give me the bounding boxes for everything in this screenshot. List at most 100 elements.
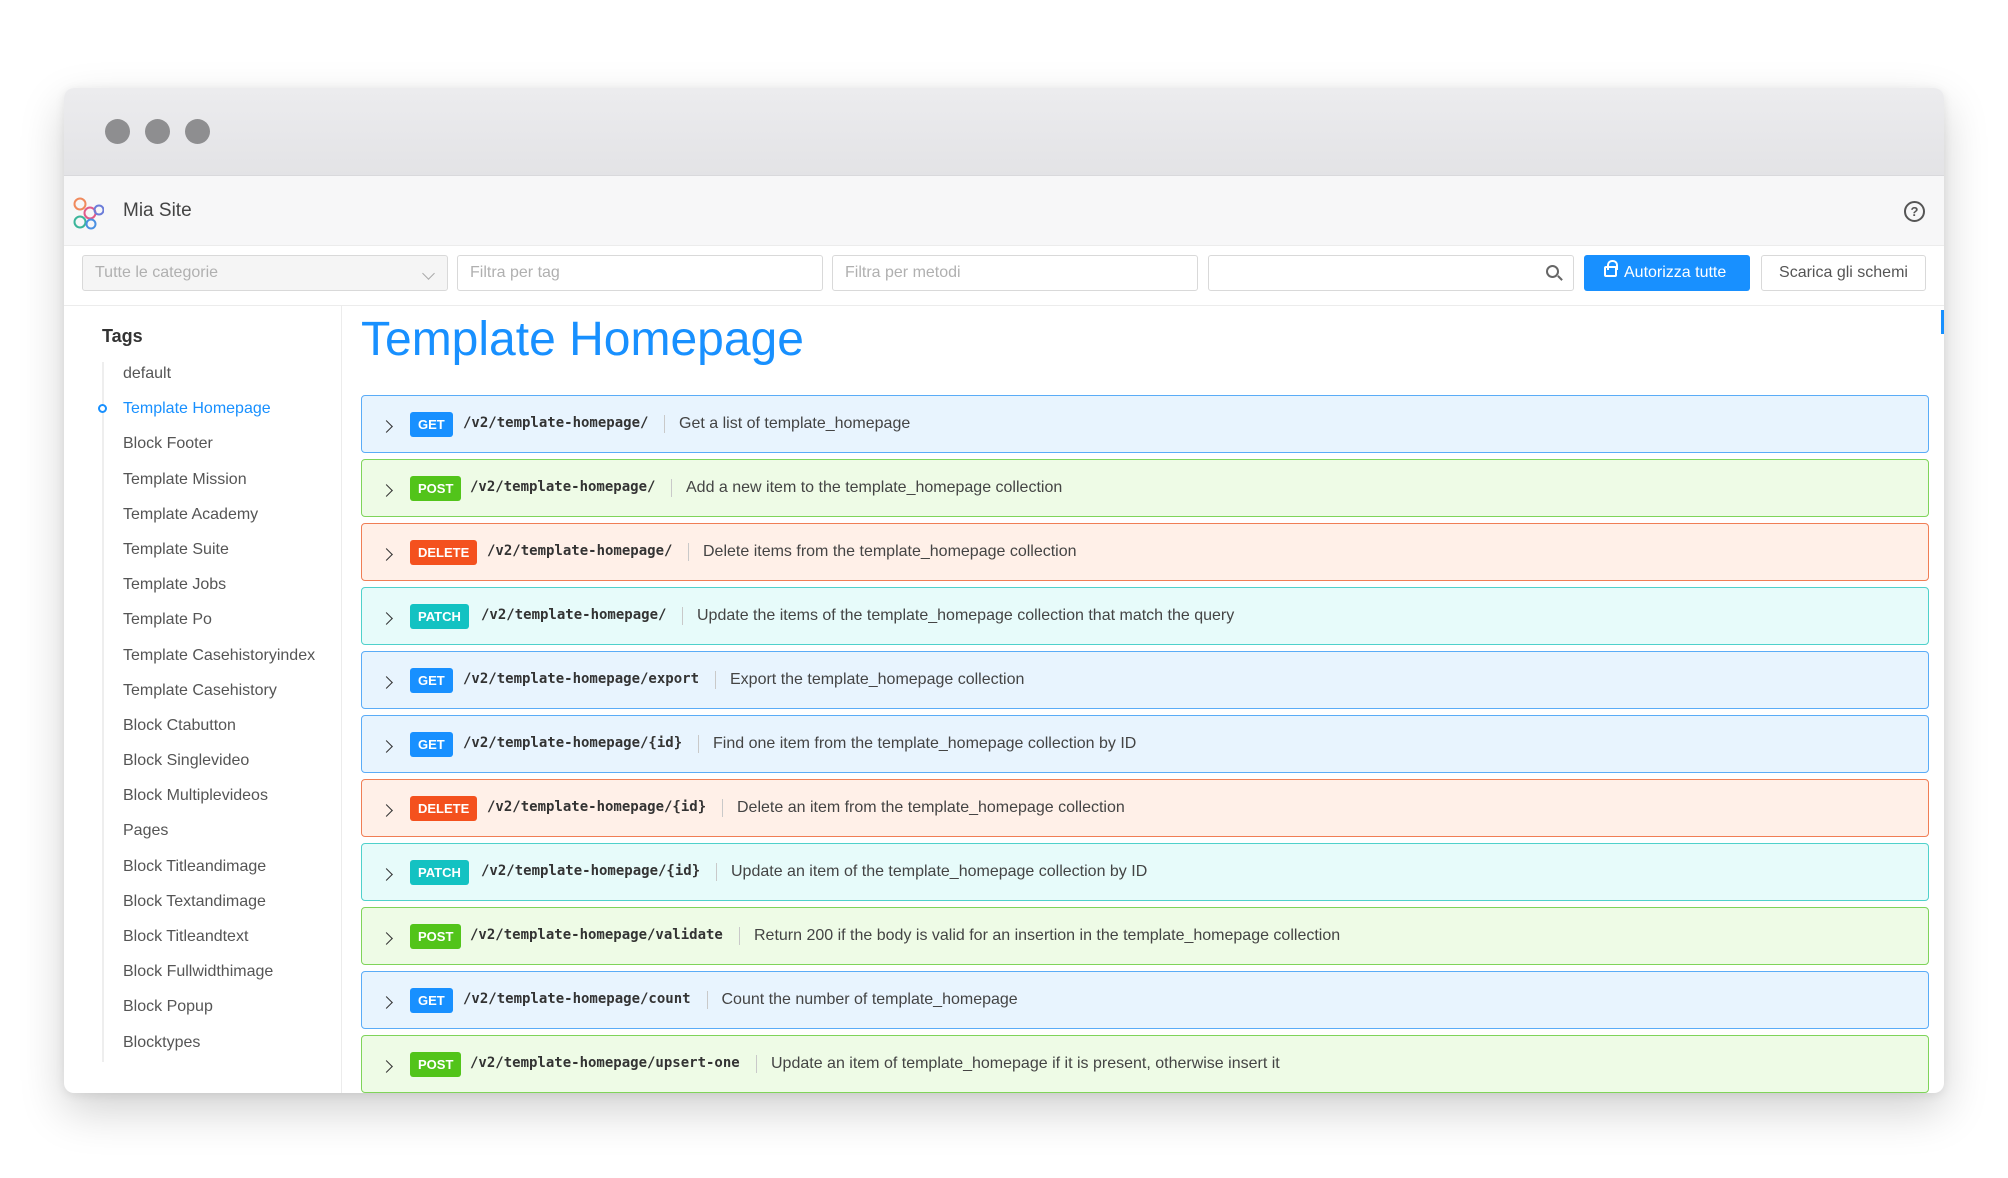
method-badge: DELETE	[410, 540, 478, 565]
method-badge: GET	[410, 412, 453, 437]
tag-filter-input[interactable]: Filtra per tag	[457, 255, 823, 291]
chevron-right-icon[interactable]	[380, 548, 393, 561]
operation-path: /v2/template-homepage/	[463, 415, 649, 431]
operation-path: /v2/template-homepage/export	[463, 671, 700, 687]
method-badge: POST	[410, 476, 462, 501]
sidebar-tag-item[interactable]: Template Jobs	[123, 575, 315, 610]
method-badge: PATCH	[410, 604, 469, 629]
sidebar-tag-item[interactable]: Template Suite	[123, 540, 315, 575]
method-badge: DELETE	[410, 796, 478, 821]
method-badge: POST	[410, 924, 462, 949]
operation-path: /v2/template-homepage/count	[463, 991, 691, 1007]
chevron-right-icon[interactable]	[380, 484, 393, 497]
chevron-right-icon[interactable]	[380, 740, 393, 753]
operation-row[interactable]: POST/v2/template-homepage/upsert-one Upda…	[361, 1035, 1929, 1093]
chevron-right-icon[interactable]	[380, 676, 393, 689]
hexagon-cluster-logo	[73, 197, 104, 230]
operation-path: /v2/template-homepage/	[481, 607, 667, 623]
operation-description: Update an item of template_homepage if i…	[756, 1055, 1280, 1073]
sidebar-tag-item[interactable]: Blocktypes	[123, 1033, 315, 1068]
sidebar-tag-item[interactable]: default	[123, 364, 315, 399]
browser-window: Mia Site ? Tutte le categorie Filtra per…	[64, 88, 1944, 1093]
operation-row[interactable]: DELETE/v2/template-homepage/{id} Delete a…	[361, 779, 1929, 837]
operation-description: Get a list of template_homepage	[664, 415, 910, 433]
method-filter-input[interactable]: Filtra per metodi	[832, 255, 1198, 291]
operation-row[interactable]: PATCH/v2/template-homepage/{id} Update an…	[361, 843, 1929, 901]
authorize-all-label: Autorizza tutte	[1624, 264, 1727, 281]
sidebar-tag-item[interactable]: Block Footer	[123, 434, 315, 469]
method-filter-placeholder: Filtra per metodi	[845, 264, 961, 281]
sidebar-tag-item[interactable]: Block Popup	[123, 997, 315, 1032]
method-badge: PATCH	[410, 860, 469, 885]
operation-description: Update an item of the template_homepage …	[716, 863, 1147, 881]
chevron-right-icon[interactable]	[380, 932, 393, 945]
sidebar-tag-item[interactable]: Block Fullwidthimage	[123, 962, 315, 997]
sidebar-tag-item[interactable]: Block Singlevideo	[123, 751, 315, 786]
operation-row[interactable]: POST/v2/template-homepage/validate Return…	[361, 907, 1929, 965]
chevron-right-icon[interactable]	[380, 1060, 393, 1073]
sidebar-tag-item[interactable]: Block Textandimage	[123, 892, 315, 927]
operation-path: /v2/template-homepage/	[470, 479, 656, 495]
content-area: Tags default Template Homepage Block Foote…	[64, 306, 1944, 1093]
operation-row[interactable]: GET/v2/template-homepage/export Export th…	[361, 651, 1929, 709]
sidebar-tag-item[interactable]: Block Ctabutton	[123, 716, 315, 751]
site-name: Mia Site	[123, 200, 192, 221]
operation-description: Update the items of the template_homepag…	[682, 607, 1234, 625]
sidebar-tag-item[interactable]: Pages	[123, 821, 315, 856]
scroll-indicator[interactable]	[1941, 310, 1944, 334]
tag-filter-placeholder: Filtra per tag	[470, 264, 560, 281]
operations-list: GET/v2/template-homepage/Get a list of t…	[361, 395, 1929, 1093]
operation-path: /v2/template-homepage/{id}	[481, 863, 701, 879]
sidebar-tag-item[interactable]: Template Homepage	[97, 399, 315, 434]
category-select[interactable]: Tutte le categorie	[82, 255, 448, 291]
sidebar-tag-item[interactable]: Template Mission	[123, 470, 315, 505]
method-badge: GET	[410, 668, 453, 693]
method-badge: GET	[410, 988, 453, 1013]
window-titlebar	[64, 88, 1944, 176]
sidebar-tag-item[interactable]: Template Po	[123, 610, 315, 645]
operation-row[interactable]: GET/v2/template-homepage/Get a list of t…	[361, 395, 1929, 453]
chevron-right-icon[interactable]	[380, 420, 393, 433]
chevron-right-icon[interactable]	[380, 612, 393, 625]
sidebar-tag-item[interactable]: Template Casehistoryindex	[123, 646, 315, 681]
operation-description: Delete items from the template_homepage …	[688, 543, 1077, 561]
operation-row[interactable]: PATCH/v2/template-homepage/Update the it…	[361, 587, 1929, 645]
chevron-right-icon[interactable]	[380, 804, 393, 817]
lock-icon	[1604, 260, 1618, 277]
tags-sidebar: Tags default Template Homepage Block Foote…	[64, 306, 342, 1093]
window-minimize-dot[interactable]	[145, 119, 170, 144]
tags-rail	[102, 362, 104, 1062]
operation-row[interactable]: POST/v2/template-homepage/Add a new item…	[361, 459, 1929, 517]
authorize-all-button[interactable]: Autorizza tutte	[1584, 255, 1750, 291]
operation-path: /v2/template-homepage/upsert-one	[470, 1055, 740, 1071]
download-schemas-button[interactable]: Scarica gli schemi	[1761, 255, 1926, 291]
search-icon[interactable]	[1546, 265, 1559, 278]
question-circle-icon[interactable]: ?	[1904, 201, 1925, 222]
operation-path: /v2/template-homepage/validate	[470, 927, 723, 943]
operation-path: /v2/template-homepage/{id}	[463, 735, 683, 751]
window-close-dot[interactable]	[105, 119, 130, 144]
filter-bar: Tutte le categorie Filtra per tag Filtra…	[64, 246, 1944, 306]
operation-row[interactable]: DELETE/v2/template-homepage/Delete items…	[361, 523, 1929, 581]
search-input[interactable]	[1208, 255, 1574, 291]
method-badge: POST	[410, 1052, 462, 1077]
operation-description: Export the template_homepage collection	[715, 671, 1024, 689]
page-title: Template Homepage	[361, 313, 804, 366]
operation-row[interactable]: GET/v2/template-homepage/count Count the …	[361, 971, 1929, 1029]
chevron-right-icon[interactable]	[380, 868, 393, 881]
tags-list: default Template Homepage Block Footer Temp…	[97, 364, 315, 1068]
main-panel: Template Homepage GET/v2/template-homepa…	[342, 306, 1944, 1093]
operation-path: /v2/template-homepage/{id}	[487, 799, 707, 815]
operation-description: Add a new item to the template_homepage …	[671, 479, 1062, 497]
sidebar-tag-item[interactable]: Template Casehistory	[123, 681, 315, 716]
tags-heading: Tags	[102, 326, 143, 346]
operation-description: Delete an item from the template_homepag…	[722, 799, 1125, 817]
window-maximize-dot[interactable]	[185, 119, 210, 144]
chevron-right-icon[interactable]	[380, 996, 393, 1009]
sidebar-tag-item[interactable]: Block Titleandimage	[123, 857, 315, 892]
sidebar-tag-item[interactable]: Block Titleandtext	[123, 927, 315, 962]
category-select-placeholder: Tutte le categorie	[95, 264, 219, 281]
operation-row[interactable]: GET/v2/template-homepage/{id} Find one it…	[361, 715, 1929, 773]
sidebar-tag-item[interactable]: Block Multiplevideos	[123, 786, 315, 821]
sidebar-tag-item[interactable]: Template Academy	[123, 505, 315, 540]
